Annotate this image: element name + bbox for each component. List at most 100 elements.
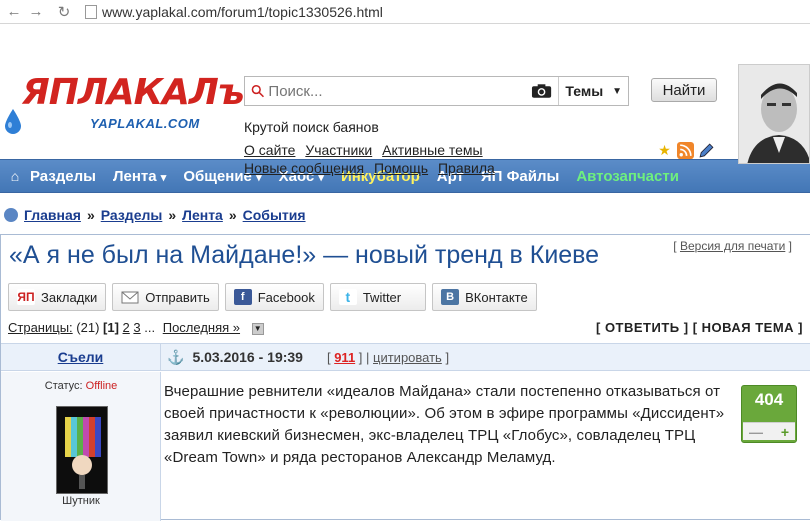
facebook-icon: f — [233, 289, 252, 305]
status-label: Статус: — [44, 380, 83, 392]
browser-toolbar: ← → ↻ www.yaplakal.com/forum1/topic13305… — [0, 0, 810, 24]
page-2-link[interactable]: 2 — [123, 320, 130, 335]
pencil-icon[interactable] — [698, 142, 715, 159]
nav-item-autoparts[interactable]: Автозапчасти — [576, 168, 679, 185]
bookmark-button[interactable]: ЯП Закладки — [8, 283, 107, 311]
logo-subtext: YAPLAKAL.COM — [90, 116, 200, 131]
print-version: [ Версия для печати ] — [673, 239, 792, 253]
site-logo[interactable]: ЯПЛАКАЛъ YAPLAKAL.COM — [4, 68, 245, 148]
portrait-image — [739, 65, 809, 163]
breadcrumb-events[interactable]: События — [243, 207, 306, 223]
send-button[interactable]: Отправить — [112, 283, 219, 311]
quote-link[interactable]: цитировать — [373, 350, 442, 365]
rss-icon[interactable] — [677, 142, 694, 159]
topic-actions: [ ОТВЕТИТЬ ] [ НОВАЯ ТЕМА ] — [596, 320, 803, 335]
link-active-topics[interactable]: Активные темы — [382, 142, 483, 158]
link-members[interactable]: Участники — [305, 142, 372, 158]
header-links-row1: О сайте Участники Активные темы — [244, 142, 489, 158]
page-3-link[interactable]: 3 — [133, 320, 140, 335]
twitter-button[interactable]: t Twitter — [329, 283, 427, 311]
search-icon — [251, 84, 265, 98]
search-button[interactable]: Найти — [651, 78, 717, 102]
avatar-image — [57, 407, 107, 493]
pages-ellipsis: ... — [144, 320, 156, 335]
last-page-link[interactable]: Последняя » — [163, 320, 240, 335]
share-buttons: ЯП Закладки Отправить f Facebook t Twitt… — [8, 283, 537, 311]
user-avatar[interactable] — [738, 64, 810, 164]
author-rank: Шутник — [62, 495, 100, 507]
link-about[interactable]: О сайте — [244, 142, 295, 158]
post-header: Съели ⚓ 5.03.2016 - 19:39 [ 911 ] | цити… — [1, 343, 810, 371]
star-icon[interactable]: ★ — [656, 142, 673, 159]
breadcrumb-separator: » — [86, 207, 95, 223]
search-input[interactable] — [268, 82, 528, 100]
pages-label: Страницы: — [8, 320, 73, 335]
link-rules[interactable]: Правила — [438, 160, 495, 176]
share-label: Закладки — [41, 289, 98, 305]
envelope-icon — [121, 291, 139, 304]
reply-button[interactable]: [ ОТВЕТИТЬ ] — [596, 320, 689, 335]
chevron-down-icon: ▼ — [612, 85, 622, 97]
author-status: Статус: Offline — [1, 380, 161, 392]
reload-icon[interactable]: ↻ — [53, 1, 75, 23]
yap-icon: ЯП — [17, 289, 35, 305]
search-scope-label: Темы — [565, 83, 604, 99]
home-icon[interactable]: ⌂ — [0, 168, 30, 184]
tagline: Крутой поиск баянов — [244, 119, 379, 135]
twitter-icon: t — [338, 289, 357, 305]
forward-arrow-icon[interactable]: → — [25, 1, 47, 23]
chevron-down-icon: ▾ — [160, 171, 167, 184]
address-bar[interactable]: www.yaplakal.com/forum1/topic1330526.htm… — [102, 4, 383, 20]
rating-value: 404 — [754, 390, 784, 409]
post-body: Вчерашние ревнители «идеалов Майдана» ст… — [164, 383, 725, 466]
header-links-row2: Новые сообщения Помощь Правила — [244, 160, 501, 176]
facebook-button[interactable]: f Facebook — [224, 283, 324, 311]
nav-item-sections[interactable]: Разделы — [30, 168, 96, 185]
anchor-icon[interactable]: ⚓ — [167, 349, 184, 366]
pagination: Страницы: (21) [1] 2 3 ... Последняя » ▼ — [8, 320, 264, 335]
vk-icon: B — [441, 289, 460, 305]
share-label: ВКонтакте — [465, 289, 528, 305]
status-badge: Offline — [85, 380, 118, 392]
breadcrumb-feed[interactable]: Лента — [182, 207, 223, 223]
link-help[interactable]: Помощь — [374, 160, 428, 176]
nav-label: Общение — [183, 167, 252, 185]
nav-item-feed[interactable]: Лента ▾ — [113, 168, 166, 185]
post-date: 5.03.2016 - 19:39 — [192, 349, 303, 365]
pagination-dropdown-icon[interactable]: ▼ — [251, 322, 264, 335]
rating-widget: 404 — + — [741, 385, 797, 443]
print-version-link[interactable]: Версия для печати — [680, 239, 785, 253]
breadcrumb-sections[interactable]: Разделы — [101, 207, 163, 223]
logo-text: ЯПЛАКАЛъ — [22, 72, 245, 113]
share-label: Twitter — [362, 289, 402, 305]
search-scope-select[interactable]: Темы ▼ — [558, 77, 628, 105]
author-avatar[interactable] — [56, 406, 108, 494]
nav-label: Разделы — [30, 167, 96, 185]
nav-label: Лента — [113, 167, 157, 185]
breadcrumb: Главная » Разделы » Лента » События — [0, 204, 810, 226]
breadcrumb-icon — [4, 208, 18, 222]
pagination-row: Страницы: (21) [1] 2 3 ... Последняя » ▼… — [8, 320, 803, 335]
site-header: ЯПЛАКАЛъ YAPLAKAL.COM Темы ▼ Найти Круто… — [0, 24, 810, 176]
rate-down-button[interactable]: — — [749, 424, 763, 440]
post-number[interactable]: 911 — [334, 350, 355, 365]
page-icon — [85, 4, 97, 19]
rate-up-button[interactable]: + — [781, 424, 789, 440]
pages-total: (21) — [76, 320, 100, 335]
back-arrow-icon[interactable]: ← — [3, 1, 25, 23]
topic-title: «А я не был на Майдане!» — новый тренд в… — [9, 241, 600, 269]
camera-icon[interactable] — [531, 83, 552, 99]
author-name[interactable]: Съели — [1, 344, 161, 370]
current-page: [1] — [103, 320, 119, 335]
new-topic-button[interactable]: [ НОВАЯ ТЕМА ] — [693, 320, 803, 335]
link-new-messages[interactable]: Новые сообщения — [244, 160, 364, 176]
share-label: Отправить — [145, 289, 210, 305]
post-meta: [ 911 ] | цитировать ] — [326, 349, 450, 365]
breadcrumb-home[interactable]: Главная — [24, 207, 81, 223]
breadcrumb-separator: » — [228, 207, 237, 223]
nav-label: Автозапчасти — [576, 167, 679, 185]
vkontakte-button[interactable]: B ВКонтакте — [432, 283, 537, 311]
header-icons: ★ — [656, 142, 715, 159]
tear-drop-icon — [5, 109, 21, 134]
breadcrumb-separator: » — [168, 207, 177, 223]
